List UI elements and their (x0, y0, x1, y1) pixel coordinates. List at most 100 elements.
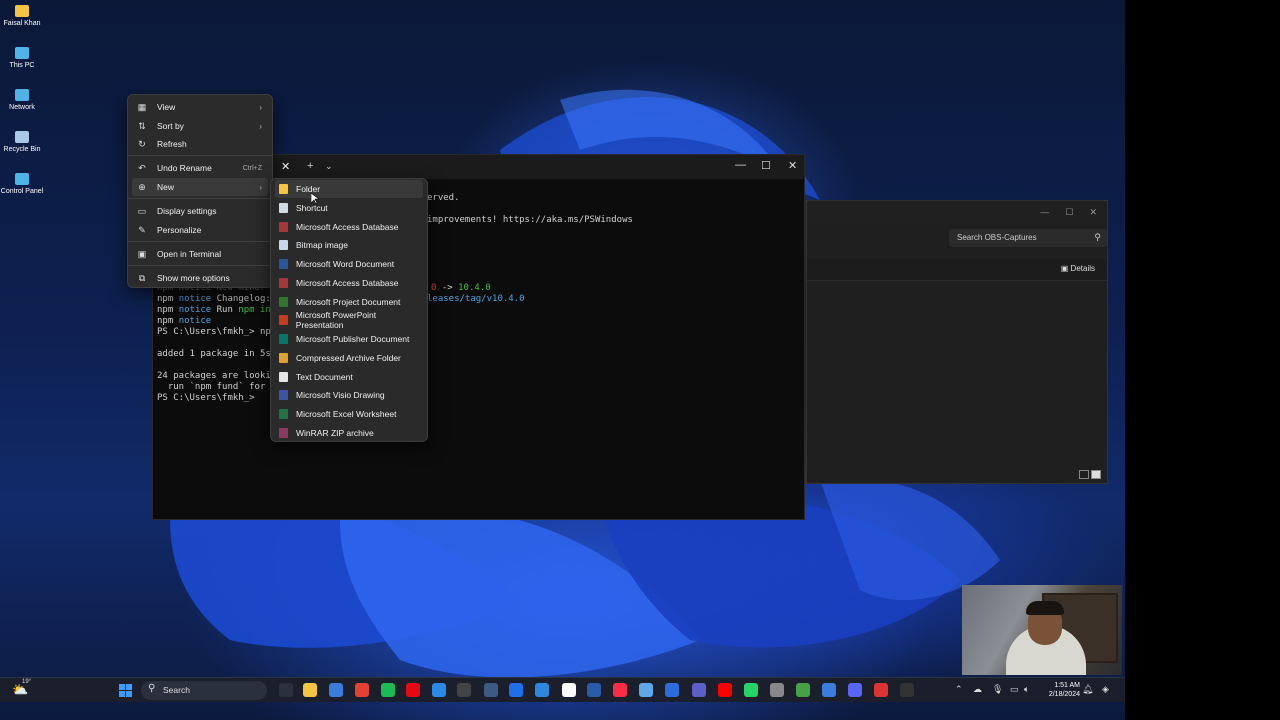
context-menu-item-display-settings[interactable]: ▭ Display settings (132, 202, 268, 220)
new-submenu-item[interactable]: Microsoft Project Document (275, 293, 423, 311)
context-menu-item-undo-rename[interactable]: ↶ Undo Rename Ctrl+Z (132, 159, 268, 177)
terminal-minimize-button[interactable]: — (735, 159, 746, 171)
terminal-close-button[interactable]: ✕ (788, 159, 797, 172)
system-clock[interactable]: 1:51 AM 2/18/2024 (1040, 681, 1080, 699)
settings-icon[interactable] (770, 683, 784, 697)
menu-item-label: Sort by (157, 121, 184, 131)
youtube-icon[interactable] (718, 683, 732, 697)
terminal-maximize-button[interactable]: ☐ (761, 159, 771, 172)
explorer-minimize-button[interactable]: — (1040, 207, 1049, 217)
context-menu-item-refresh[interactable]: ↻ Refresh (132, 135, 268, 153)
details-button[interactable]: ▣ Details (1061, 264, 1095, 273)
view-toggle (1079, 470, 1101, 479)
new-submenu-item[interactable]: Microsoft Access Database (275, 218, 423, 236)
submenu-item-label: Microsoft Visio Drawing (296, 390, 385, 401)
access-icon (279, 221, 288, 232)
store-icon[interactable] (329, 683, 343, 697)
desktop-icon[interactable]: Control Panel (0, 173, 44, 195)
new-submenu-item[interactable]: Folder (275, 180, 423, 198)
context-menu-item-sort-by[interactable]: ⇅ Sort by › (132, 117, 268, 135)
app-icon[interactable] (822, 683, 836, 697)
clock-time: 1:51 AM (1054, 682, 1080, 689)
notifications-bell-icon[interactable]: 🔔︎ (1082, 684, 1093, 695)
network-icon[interactable]: ▭ (1010, 684, 1019, 695)
new-submenu-item[interactable]: Microsoft Publisher Document (275, 330, 423, 348)
task-view-icon[interactable] (279, 683, 293, 697)
menu-item-label: Personalize (157, 225, 202, 235)
new-submenu-item[interactable]: Compressed Archive Folder (275, 349, 423, 367)
menu-separator (128, 265, 272, 266)
chrome-icon[interactable] (355, 683, 369, 697)
terminal-line: added 1 package in 5s (157, 349, 271, 359)
folder-icon (279, 184, 288, 194)
notice-word: notice (178, 316, 212, 326)
explorer-search-input[interactable]: Search OBS-Captures ⚲ (949, 229, 1107, 247)
app-icon[interactable] (665, 683, 679, 697)
new-submenu-item[interactable]: Microsoft Visio Drawing (275, 386, 423, 404)
submenu-item-label: Microsoft PowerPoint Presentation (295, 310, 377, 331)
volume-icon[interactable]: 🔈︎ (1024, 684, 1029, 695)
netflix-icon[interactable] (406, 683, 420, 697)
details-view-icon[interactable] (1079, 470, 1089, 479)
new-submenu-item[interactable]: Shortcut (275, 199, 423, 217)
explorer-close-button[interactable]: ✕ (1089, 207, 1097, 218)
taskbar-search[interactable]: ⚲ Search (141, 681, 267, 700)
context-menu-item-show-more-options[interactable]: ⧉ Show more options (132, 269, 268, 287)
explorer-maximize-button[interactable]: ☐ (1065, 207, 1073, 218)
desktop-context-menu: ▦ View › ⇅ Sort by › ↻ Refresh ↶ Undo Rename Ctrl+… (127, 94, 273, 288)
desktop-icon[interactable]: Faisal Khan (0, 5, 44, 27)
new-submenu-item[interactable]: Text Document (275, 368, 423, 386)
new-submenu-item[interactable]: Microsoft Excel Worksheet (275, 405, 423, 423)
file-explorer-window[interactable]: — ☐ ✕ Search OBS-Captures ⚲ ▣ Details (806, 200, 1108, 484)
tiles-view-icon[interactable] (1091, 470, 1101, 479)
new-submenu-item[interactable]: Microsoft PowerPoint Presentation (275, 310, 423, 331)
app-icon[interactable] (509, 683, 523, 697)
app-icon[interactable] (692, 683, 706, 697)
notepad-icon[interactable] (796, 683, 810, 697)
spotify-icon[interactable] (381, 683, 395, 697)
terminal-icon[interactable] (900, 683, 914, 697)
terminal-line: npm notice Run npm ins (157, 305, 276, 315)
new-submenu-item[interactable]: WinRAR ZIP archive (275, 424, 423, 442)
start-button[interactable] (119, 684, 132, 697)
chevron-right-icon: › (259, 121, 262, 131)
desktop-icon[interactable]: Recycle Bin (0, 131, 44, 153)
discord-icon[interactable] (848, 683, 862, 697)
tab-close-button[interactable]: ✕ (281, 160, 290, 173)
app-icon[interactable] (562, 683, 576, 697)
app-icon[interactable] (457, 683, 471, 697)
submenu-item-label: Microsoft Excel Worksheet (296, 409, 397, 419)
microphone-icon[interactable]: 🎙︎ (992, 684, 1003, 695)
new-tab-button[interactable]: + (307, 160, 313, 172)
music-icon[interactable] (613, 683, 627, 697)
show-hidden-icons-icon[interactable]: ⌃ (955, 684, 963, 695)
context-menu-item-new[interactable]: ⊕ New › (132, 178, 268, 196)
tab-dropdown-button[interactable]: ⌄ (325, 161, 333, 172)
app-icon[interactable] (874, 683, 888, 697)
submenu-item-label: Microsoft Word Document (296, 259, 395, 269)
context-menu-item-view[interactable]: ▦ View › (132, 98, 268, 116)
new-submenu: Folder Shortcut Microsoft Access Database B… (270, 178, 428, 442)
submenu-item-label: Text Document (296, 371, 353, 382)
publisher-icon (279, 334, 288, 344)
new-submenu-item[interactable]: Bitmap image (275, 236, 423, 254)
onedrive-icon[interactable]: ☁ (973, 684, 982, 695)
app-icon[interactable] (484, 683, 498, 697)
submenu-item-label: Microsoft Access Database (296, 221, 399, 232)
desktop-icon[interactable]: This PC (0, 47, 44, 69)
shortcut-icon (279, 202, 288, 213)
powershell-icon[interactable] (587, 683, 601, 697)
whatsapp-icon[interactable] (744, 683, 758, 697)
network-icon (15, 89, 29, 101)
app-icon[interactable] (535, 683, 549, 697)
context-menu-item-open-in-terminal[interactable]: ▣ Open in Terminal (132, 245, 268, 263)
new-submenu-item[interactable]: Microsoft Word Document (275, 255, 423, 273)
photos-icon[interactable] (639, 683, 653, 697)
media-icon[interactable] (432, 683, 446, 697)
copilot-icon[interactable]: ◈ (1102, 684, 1109, 695)
new-submenu-item[interactable]: Microsoft Access Database (275, 274, 423, 292)
submenu-item-label: Microsoft Publisher Document (296, 334, 410, 344)
file-explorer-icon[interactable] (303, 683, 317, 697)
context-menu-item-personalize[interactable]: ✎ Personalize (132, 221, 268, 239)
desktop-icon[interactable]: Network (0, 89, 44, 111)
